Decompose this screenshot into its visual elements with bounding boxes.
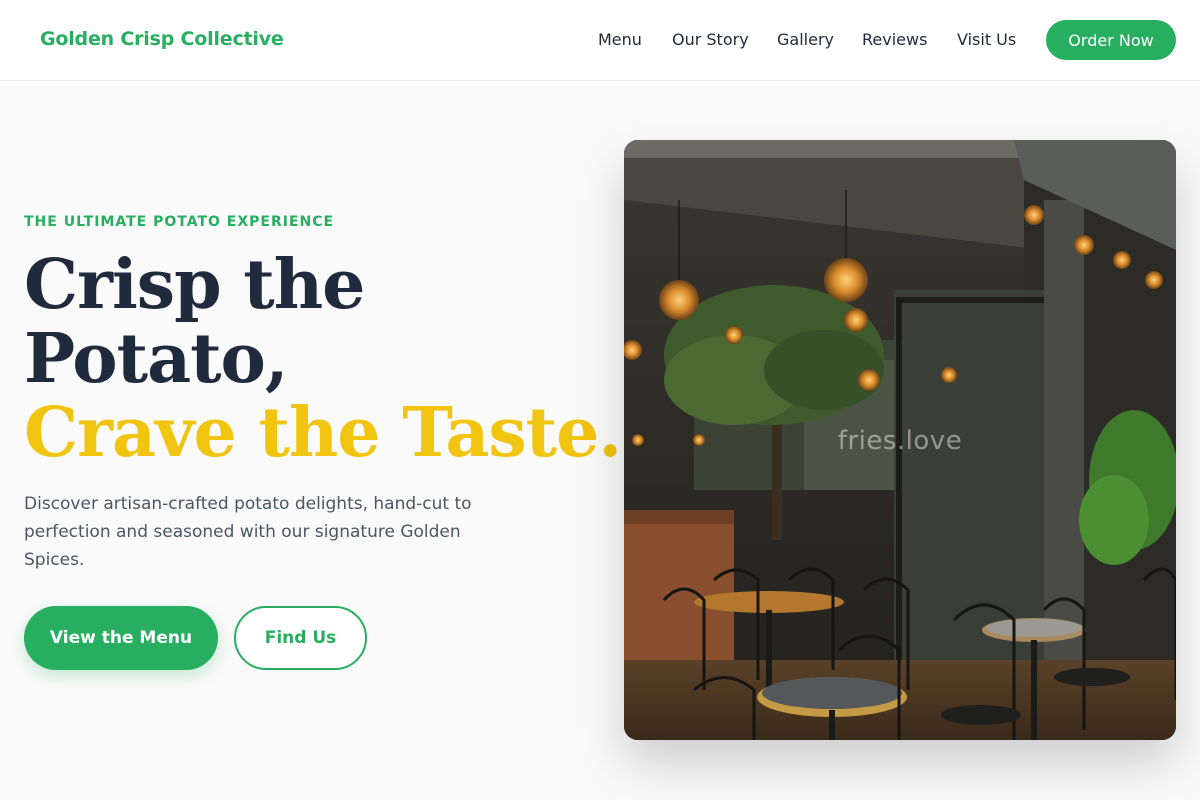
nav-link-visit-us[interactable]: Visit Us [957,30,1016,49]
view-menu-button[interactable]: View the Menu [24,606,218,670]
site-header: Golden Crisp Collective Menu Our Story G… [0,0,1200,81]
headline-line-1: Crisp the [24,245,365,325]
headline-line-2: Potato, [24,319,289,399]
hero-headline: Crisp the Potato, Crave the Taste. [24,245,622,473]
nav-link-gallery[interactable]: Gallery [777,30,834,49]
image-watermark: fries.love [837,426,963,456]
hero-restaurant-photo: fries.love [624,140,1176,740]
find-us-button[interactable]: Find Us [234,606,367,670]
nav-link-reviews[interactable]: Reviews [862,30,927,49]
headline-accent: Crave the Taste. [24,393,622,473]
nav-link-menu[interactable]: Menu [598,30,642,49]
hero-description: Discover artisan-crafted potato delights… [24,494,472,570]
brand-logo[interactable]: Golden Crisp Collective [40,28,284,50]
hero-eyebrow: THE ULTIMATE POTATO EXPERIENCE [24,214,335,230]
order-now-button[interactable]: Order Now [1046,20,1176,60]
nav-link-our-story[interactable]: Our Story [672,30,749,49]
